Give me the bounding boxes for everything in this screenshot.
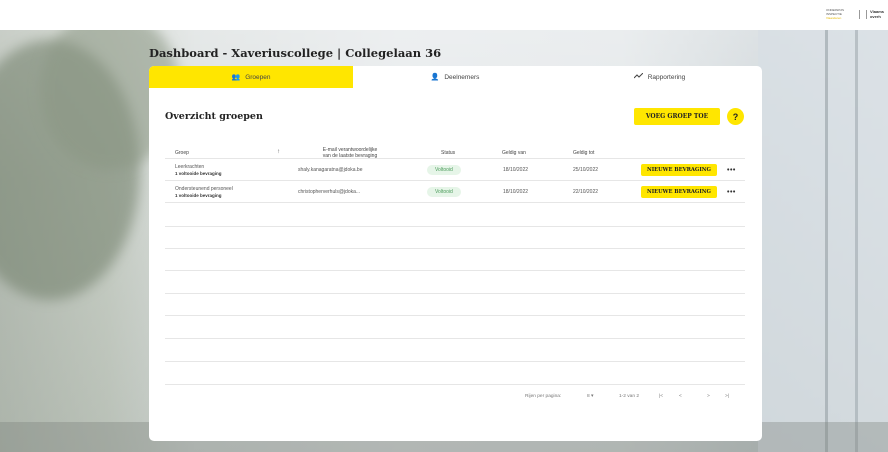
lion-icon — [858, 9, 867, 19]
sort-arrow-up-icon[interactable]: ↑ — [277, 149, 280, 155]
vlaamse-overheid-logo[interactable]: Vlaams overh — [858, 9, 884, 19]
valid-from-cell: 18/10/2022 — [503, 189, 529, 195]
tab-groepen[interactable]: 👥 Groepen — [149, 66, 353, 88]
row-divider — [165, 293, 745, 294]
row-divider — [165, 226, 745, 227]
main-card: 👥 Groepen 👤 Deelnemers Rapportering Over… — [149, 66, 762, 441]
next-page-button[interactable]: > — [707, 394, 710, 399]
row-divider — [165, 384, 745, 385]
new-survey-button[interactable]: NIEUWE BEVRAGING — [641, 186, 717, 198]
tab-deelnemers[interactable]: 👤 Deelnemers — [353, 66, 557, 88]
more-options-icon[interactable]: ••• — [727, 181, 736, 203]
person-icon: 👤 — [430, 74, 440, 81]
row-divider — [165, 270, 745, 271]
onderwijsinspectie-logo[interactable]: ONDERWIJS INSPECTIE Vlaanderen — [826, 8, 848, 22]
row-divider — [165, 248, 745, 249]
status-badge: Voltooid — [427, 187, 461, 197]
first-page-button[interactable]: |< — [659, 394, 663, 399]
table-row: Leerkrachten 1 voltooide bevraging shaly… — [165, 158, 745, 181]
new-survey-button[interactable]: NIEUWE BEVRAGING — [641, 164, 717, 176]
more-options-icon[interactable]: ••• — [727, 159, 736, 181]
add-group-button[interactable]: VOEG GROEP TOE — [634, 108, 720, 125]
top-bar: ONDERWIJS INSPECTIE Vlaanderen Vlaams ov… — [0, 0, 888, 30]
row-divider — [165, 361, 745, 362]
group-cell: Leerkrachten 1 voltooide bevraging — [175, 164, 222, 176]
section-heading: Overzicht groepen — [165, 111, 263, 122]
tab-rapportering[interactable]: Rapportering — [557, 66, 762, 88]
email-cell: shaly.kanagaratna@jdoka.be — [298, 167, 363, 173]
group-cell: Ondersteunend personeel 1 voltooide bevr… — [175, 186, 233, 198]
valid-to-cell: 22/10/2022 — [573, 189, 599, 195]
pagination: Rijen per pagina: 8 ▾ 1-2 van 2 |< < > >… — [165, 391, 745, 406]
tab-bar: 👥 Groepen 👤 Deelnemers Rapportering — [149, 66, 762, 88]
rows-per-page-label: Rijen per pagina: — [525, 394, 562, 399]
row-divider — [165, 338, 745, 339]
status-badge: Voltooid — [427, 165, 461, 175]
tab-label: Rapportering — [647, 73, 686, 81]
rows-per-page-select[interactable]: 8 ▾ — [587, 394, 593, 399]
table-row: Ondersteunend personeel 1 voltooide bevr… — [165, 180, 745, 203]
chart-line-icon — [633, 72, 644, 81]
row-divider — [165, 315, 745, 316]
tab-label: Deelnemers — [444, 73, 480, 81]
email-cell: christopherverhuls@jdoka... — [298, 189, 361, 195]
last-page-button[interactable]: >| — [725, 394, 729, 399]
page-title: Dashboard - Xaveriuscollege | Collegelaa… — [149, 46, 442, 60]
valid-from-cell: 18/10/2022 — [503, 167, 529, 173]
group-icon: 👥 — [231, 74, 241, 81]
row-divider — [165, 202, 745, 203]
valid-to-cell: 25/10/2022 — [573, 167, 599, 173]
page-range: 1-2 van 2 — [619, 394, 640, 399]
help-button[interactable]: ? — [727, 108, 744, 125]
prev-page-button[interactable]: < — [679, 394, 682, 399]
tab-label: Groepen — [245, 73, 271, 81]
